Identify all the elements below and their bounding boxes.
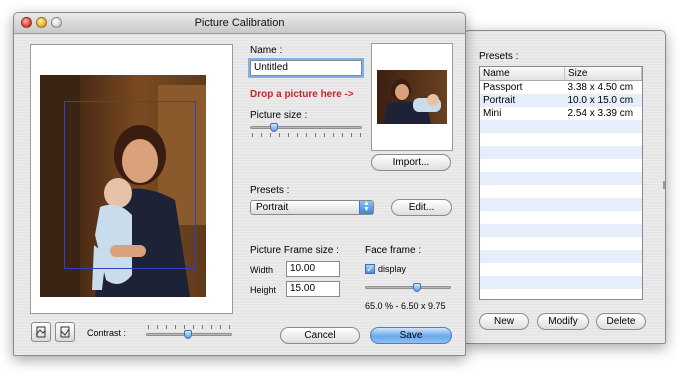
column-header-name[interactable]: Name [480, 67, 565, 81]
picture-size-slider-track[interactable] [250, 126, 362, 129]
contrast-slider-thumb[interactable] [184, 330, 192, 339]
contrast-ticks [148, 325, 230, 329]
empty-row [480, 224, 642, 237]
minimize-icon[interactable] [36, 17, 47, 28]
table-row[interactable]: Passport 3.38 x 4.50 cm [480, 80, 642, 94]
empty-row [480, 276, 642, 289]
name-label: Name : [250, 45, 283, 56]
face-frame-label: Face frame : [365, 245, 422, 256]
picture-calibration-window: Picture Calibration Name : Untitled Drop… [13, 12, 466, 356]
table-row[interactable]: Mini 2.54 x 3.39 cm [480, 107, 642, 120]
face-frame-slider-track[interactable] [365, 286, 451, 289]
window-title: Picture Calibration [194, 17, 285, 29]
empty-row [480, 172, 642, 185]
cancel-button[interactable]: Cancel [280, 327, 360, 344]
zoom-icon[interactable] [51, 17, 62, 28]
empty-row [480, 198, 642, 211]
resize-edge[interactable] [663, 181, 665, 189]
empty-row [480, 185, 642, 198]
new-preset-button[interactable]: New [479, 313, 529, 330]
empty-row [480, 133, 642, 146]
display-checkbox[interactable]: ✓ [365, 264, 375, 274]
picture-well[interactable] [30, 44, 233, 314]
frame-size-label: Picture Frame size : [250, 245, 339, 256]
presets-window: Presets : Name Size Passport 3.38 x 4.50… [464, 30, 666, 344]
calibration-photo [40, 75, 206, 297]
empty-row [480, 146, 642, 159]
modify-preset-button[interactable]: Modify [537, 313, 589, 330]
face-frame-overlay[interactable] [64, 101, 196, 269]
preview-image [377, 70, 447, 124]
preview-illustration [383, 79, 441, 124]
import-button[interactable]: Import... [371, 154, 451, 171]
height-field[interactable]: 15.00 [286, 281, 340, 297]
presets-label: Presets : [250, 185, 290, 196]
checkmark-icon: ✓ [366, 264, 374, 274]
table-row[interactable]: Portrait 10.0 x 15.0 cm [480, 94, 642, 107]
preview-thumbnail[interactable] [371, 43, 453, 151]
title-bar[interactable]: Picture Calibration [14, 13, 465, 34]
picture-size-ticks [252, 133, 362, 137]
presets-table-grid: Name Size Passport 3.38 x 4.50 cm Portra… [480, 67, 642, 289]
presets-popup[interactable]: Portrait ▲ ▼ [250, 200, 374, 215]
save-button[interactable]: Save [370, 327, 452, 344]
empty-row [480, 263, 642, 276]
presets-popup-value: Portrait [256, 202, 289, 213]
close-icon[interactable] [21, 17, 32, 28]
rotate-right-button[interactable] [55, 322, 75, 342]
empty-row [480, 120, 642, 133]
preset-name-cell: Passport [480, 80, 565, 94]
drop-hint: Drop a picture here -> [250, 89, 354, 100]
preset-size-cell: 2.54 x 3.39 cm [564, 107, 642, 120]
display-label: display [378, 264, 407, 274]
width-field[interactable]: 10.00 [286, 261, 340, 277]
delete-preset-button[interactable]: Delete [596, 313, 646, 330]
preset-name-cell: Portrait [480, 94, 565, 107]
empty-row [480, 211, 642, 224]
picture-size-label: Picture size : [250, 110, 308, 121]
popup-arrows-icon: ▲ ▼ [359, 200, 373, 214]
height-label: Height [250, 285, 277, 295]
presets-panel-title: Presets : [479, 51, 519, 62]
presets-table: Name Size Passport 3.38 x 4.50 cm Portra… [479, 66, 643, 300]
column-header-size[interactable]: Size [564, 67, 642, 81]
rotate-right-icon [60, 326, 70, 338]
preset-size-cell: 3.38 x 4.50 cm [564, 80, 642, 94]
preset-name-cell: Mini [480, 107, 565, 120]
contrast-label: Contrast : [87, 328, 127, 338]
name-field[interactable]: Untitled [248, 58, 364, 78]
rotate-left-icon [35, 326, 46, 338]
face-frame-readout: 65.0 % - 6.50 x 9.75 [365, 301, 446, 311]
empty-row [480, 159, 642, 172]
preset-size-cell: 10.0 x 15.0 cm [564, 94, 642, 107]
rotate-left-button[interactable] [31, 322, 51, 342]
picture-size-slider-thumb[interactable] [270, 123, 278, 132]
empty-row [480, 237, 642, 250]
empty-row [480, 250, 642, 263]
edit-presets-button[interactable]: Edit... [391, 199, 452, 216]
width-label: Width [250, 265, 274, 275]
face-frame-slider-thumb[interactable] [413, 283, 421, 292]
